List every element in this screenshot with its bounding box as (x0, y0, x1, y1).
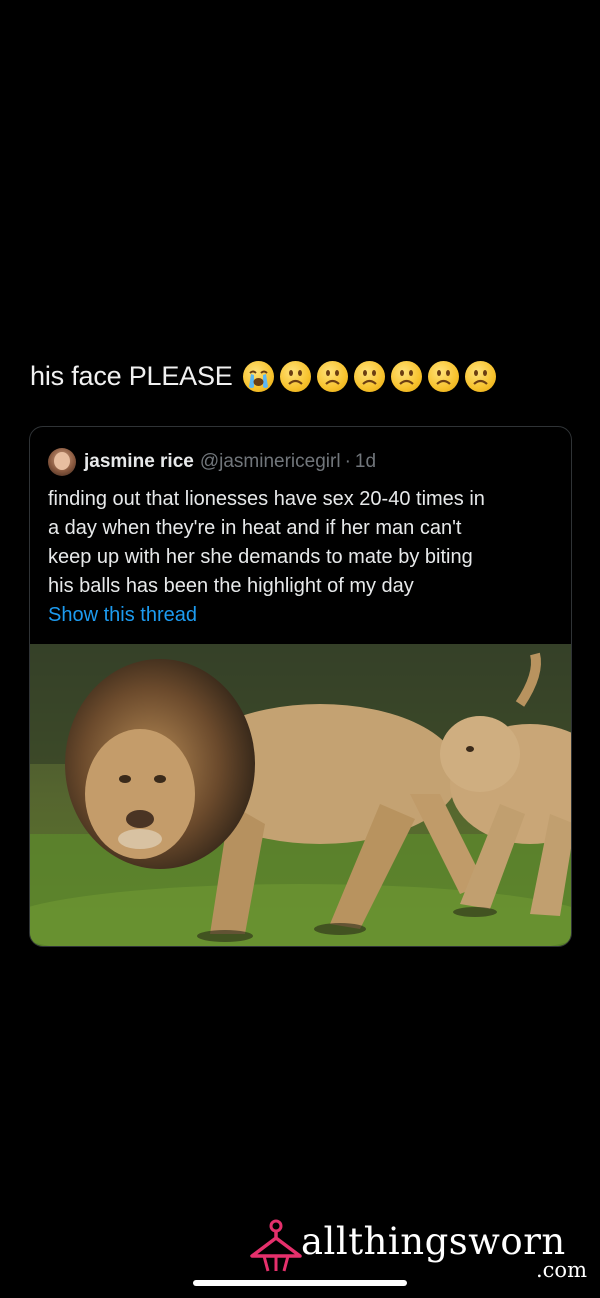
frowning-face-icon (427, 360, 459, 392)
tweet-text: finding out that lionesses have sex 20-4… (48, 485, 558, 601)
quoted-tweet-header: jasmine rice @jasminericegirl · 1d (48, 447, 376, 477)
loudly-crying-face-icon (242, 360, 274, 392)
frowning-face-icon (279, 360, 311, 392)
frowning-face-icon (353, 360, 385, 392)
home-indicator[interactable] (193, 1280, 407, 1286)
tweet-text-line: keep up with her she demands to mate by … (48, 546, 473, 568)
author-name[interactable]: jasmine rice (84, 451, 194, 473)
emoji-row (242, 360, 496, 392)
watermark: allthingsworn .com (248, 1216, 593, 1286)
show-thread-link[interactable]: Show this thread (48, 604, 197, 627)
watermark-wordmark: allthingsworn (301, 1220, 566, 1263)
frowning-face-icon (316, 360, 348, 392)
caption: his face PLEASE (30, 356, 496, 396)
quoted-tweet-card[interactable]: jasmine rice @jasminericegirl · 1d findi… (29, 426, 572, 947)
tweet-age[interactable]: 1d (355, 451, 376, 473)
tweet-text-line: finding out that lionesses have sex 20-4… (48, 488, 485, 510)
screenshot-page: his face PLEASE jasmine rice @jasmineric… (0, 0, 600, 1298)
frowning-face-icon (464, 360, 496, 392)
watermark-domain: .com (536, 1258, 587, 1282)
tweet-text-line: a day when they're in heat and if her ma… (48, 517, 462, 539)
author-handle[interactable]: @jasminericegirl (200, 451, 341, 473)
meta-separator: · (344, 451, 351, 472)
tweet-text-line: his balls has been the highlight of my d… (48, 575, 414, 597)
frowning-face-icon (390, 360, 422, 392)
avatar[interactable] (48, 448, 76, 476)
hanger-icon (250, 1219, 302, 1272)
tweet-photo[interactable] (30, 644, 571, 946)
caption-text: his face PLEASE (30, 360, 233, 391)
lion-and-lioness-photo (30, 644, 571, 946)
